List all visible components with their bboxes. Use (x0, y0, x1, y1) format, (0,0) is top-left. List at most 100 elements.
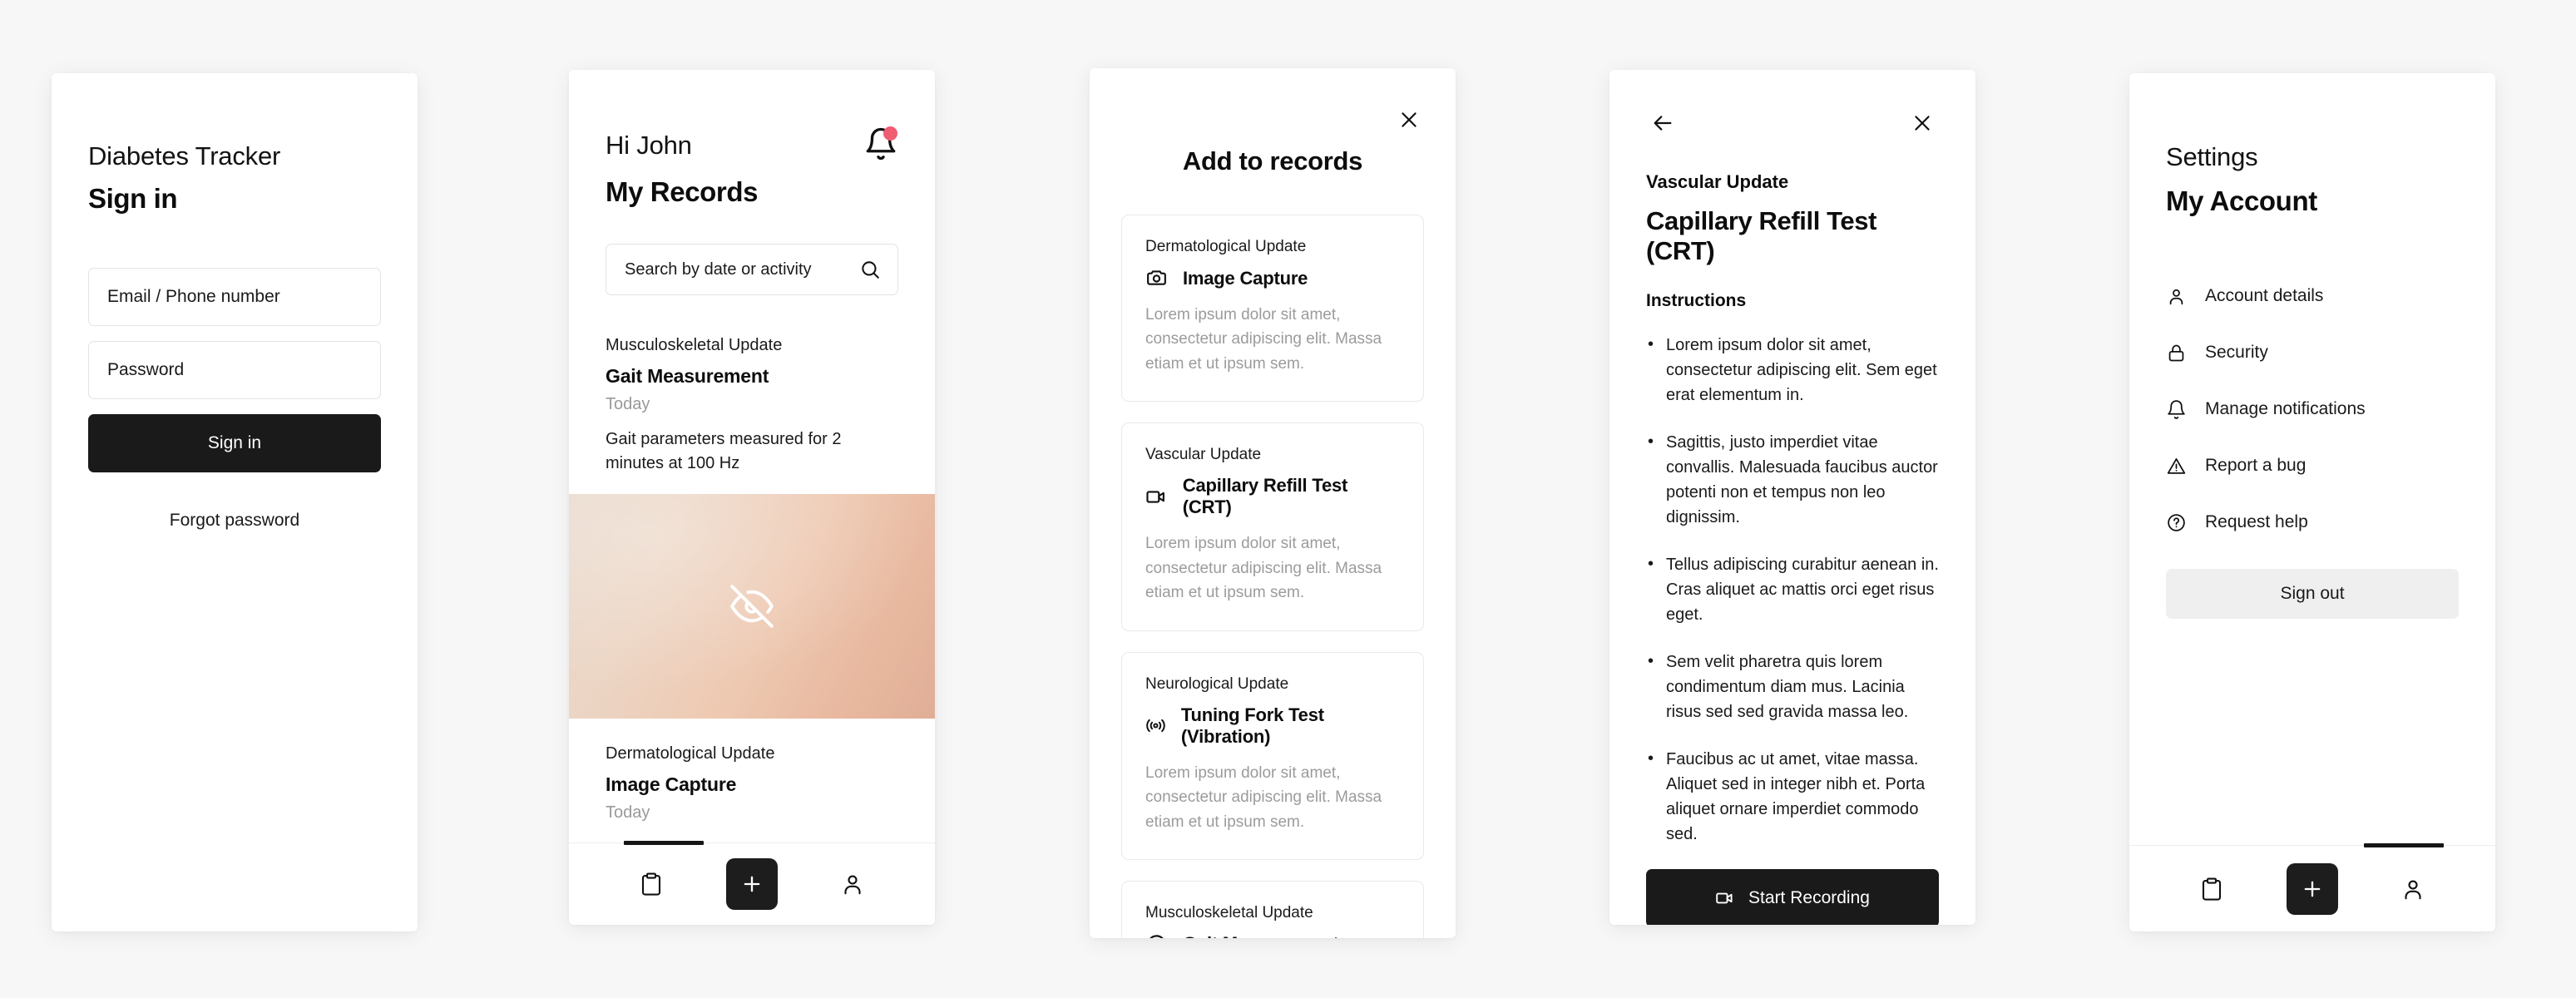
settings-item-security[interactable]: Security (2166, 324, 2459, 381)
record-title: Gait Measurement (606, 365, 769, 388)
settings-item-manage-notifications[interactable]: Manage notifications (2166, 381, 2459, 437)
sign-in-form: Diabetes Tracker Sign in Sign in Forgot … (52, 73, 418, 531)
screen-test-detail: Vascular Update Capillary Refill Test (C… (1609, 70, 1975, 925)
record-category: Musculoskeletal Update (606, 336, 783, 355)
nav-records-tab[interactable] (639, 872, 664, 897)
screen-add-to-records: Add to records Dermatological Update Ima… (1090, 68, 1456, 938)
detail-footer: Start Recording (1609, 869, 1975, 925)
nav-records-tab[interactable] (2199, 877, 2224, 902)
clipboard-icon (641, 872, 660, 896)
sign-out-label: Sign out (2280, 584, 2345, 604)
nav-add-button[interactable] (2286, 862, 2338, 915)
instruction-item: Sagittis, justo imperdiet vitae convalli… (1646, 429, 1939, 530)
detail-category: Vascular Update (1646, 171, 1789, 192)
screen-settings: Settings My Account Account details Secu… (2129, 73, 2495, 931)
search-bar[interactable] (606, 244, 898, 296)
record-type-card[interactable]: Musculoskeletal Update Gait Measurement … (1121, 880, 1424, 938)
instruction-item: Tellus adipiscing curabitur aenean in. C… (1646, 551, 1939, 627)
record-note: Gait parameters measured for 2 minutes a… (606, 430, 842, 473)
warning-triangle-icon (2167, 458, 2186, 474)
record-date: Today (606, 395, 650, 414)
nav-profile-tab[interactable] (2400, 877, 2425, 902)
record-type-card[interactable]: Neurological Update Tuning Fork Test (Vi… (1121, 651, 1424, 860)
settings-header: Settings My Account (2129, 73, 2495, 218)
settings-item-label: Report a bug (2205, 456, 2307, 476)
screen-sign-in: Diabetes Tracker Sign in Sign in Forgot … (52, 73, 418, 931)
screens-stage: Diabetes Tracker Sign in Sign in Forgot … (0, 0, 2576, 998)
settings-item-account-details[interactable]: Account details (2166, 268, 2459, 324)
sign-in-button-label: Sign in (207, 433, 262, 452)
close-button[interactable] (1906, 106, 1939, 140)
close-button[interactable] (1392, 103, 1426, 136)
page-title: Add to records (1182, 146, 1363, 175)
card-description: Lorem ipsum dolor sit amet, consectetur … (1145, 306, 1382, 373)
bell-icon (2168, 400, 2185, 419)
app-name: Diabetes Tracker (88, 141, 281, 170)
close-icon (1402, 112, 1417, 127)
record-title: Image Capture (606, 773, 737, 796)
record-date: Today (606, 803, 650, 823)
sign-in-button[interactable]: Sign in (88, 414, 381, 472)
instruction-item: Lorem ipsum dolor sit amet, consectetur … (1646, 332, 1939, 408)
card-category: Musculoskeletal Update (1145, 903, 1313, 921)
record-type-card[interactable]: Dermatological Update Image Capture Lore… (1121, 215, 1424, 403)
back-button[interactable] (1646, 106, 1679, 140)
instruction-item: Sem velit pharetra quis lorem condimentu… (1646, 649, 1939, 724)
record-item[interactable]: Dermatological Update Image Capture Toda… (569, 742, 935, 842)
notifications-button[interactable] (863, 126, 898, 161)
instructions-heading: Instructions (1646, 291, 1747, 310)
bottom-navigation (569, 841, 935, 925)
settings-item-label: Manage notifications (2205, 399, 2366, 419)
active-tab-indicator (624, 841, 704, 846)
settings-menu: Account details Security Manage notifica… (2129, 268, 2495, 551)
sign-out-button[interactable]: Sign out (2166, 569, 2459, 620)
search-icon (862, 261, 879, 279)
card-name: Capillary Refill Test (CRT) (1182, 475, 1348, 518)
password-field[interactable] (88, 341, 381, 399)
user-icon (2405, 879, 2421, 899)
nav-add-button[interactable] (725, 858, 778, 911)
clipboard-icon (2202, 877, 2221, 901)
video-camera-icon (1146, 491, 1164, 503)
page-title: Sign in (88, 183, 178, 214)
page-title: My Account (2166, 185, 2317, 217)
card-description: Lorem ipsum dolor sit amet, consectetur … (1145, 763, 1382, 831)
record-type-card[interactable]: Vascular Update Capillary Refill Test (C… (1121, 422, 1424, 631)
camera-icon (1147, 270, 1166, 285)
eye-off-icon (730, 585, 774, 628)
detail-body: Vascular Update Capillary Refill Test (C… (1609, 171, 1975, 869)
card-category: Neurological Update (1145, 674, 1289, 693)
start-recording-button[interactable]: Start Recording (1646, 869, 1939, 925)
lock-icon (2168, 344, 2184, 362)
card-category: Dermatological Update (1145, 238, 1307, 255)
active-tab-indicator (2364, 843, 2444, 847)
settings-item-request-help[interactable]: Request help (2166, 494, 2459, 551)
compass-icon (1150, 935, 1164, 938)
arrow-left-icon (1654, 116, 1672, 131)
question-circle-icon (2168, 514, 2185, 531)
modal-header (1090, 68, 1456, 136)
record-item[interactable]: Musculoskeletal Update Gait Measurement … (569, 333, 935, 494)
settings-item-label: Account details (2205, 286, 2324, 306)
notification-badge-dot (883, 126, 897, 141)
settings-item-report-a-bug[interactable]: Report a bug (2166, 437, 2459, 494)
start-recording-label: Start Recording (1748, 888, 1870, 907)
records-header: Hi John My Records (569, 70, 935, 296)
email-field[interactable] (88, 268, 381, 326)
nav-profile-tab[interactable] (840, 872, 865, 897)
search-input[interactable] (625, 259, 851, 279)
settings-item-label: Security (2205, 343, 2268, 363)
card-name: Tuning Fork Test (Vibration) (1180, 704, 1324, 747)
record-media-preview[interactable] (569, 494, 935, 719)
page-title: Capillary Refill Test (CRT) (1646, 206, 1877, 265)
card-name: Image Capture (1183, 267, 1308, 289)
instructions-list: Lorem ipsum dolor sit amet, consectetur … (1646, 332, 1939, 847)
greeting: Hi John (606, 131, 692, 160)
page-title: My Records (606, 176, 759, 207)
forgot-password-link[interactable]: Forgot password (88, 511, 381, 531)
record-category: Dermatological Update (606, 744, 775, 763)
plus-icon (2304, 881, 2321, 897)
bottom-navigation (2129, 843, 2495, 931)
record-type-list: Dermatological Update Image Capture Lore… (1090, 215, 1456, 938)
